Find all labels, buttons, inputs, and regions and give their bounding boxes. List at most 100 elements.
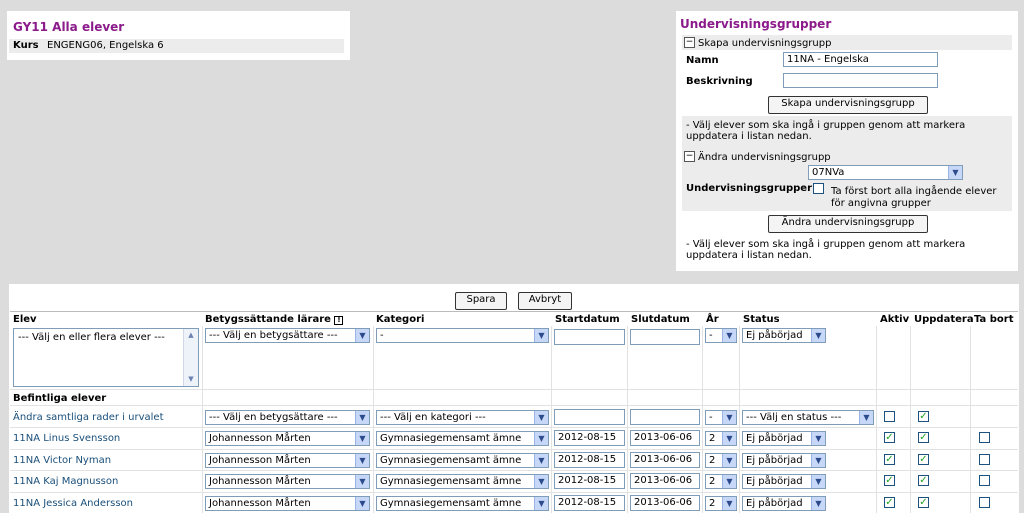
remove-checkbox[interactable] bbox=[979, 497, 990, 508]
end-date-bulk[interactable] bbox=[630, 409, 700, 425]
year-select-new[interactable]: - ▼ bbox=[705, 328, 737, 343]
edit-group-button[interactable]: Ändra undervisningsgrupp bbox=[768, 215, 928, 233]
col-divider bbox=[910, 326, 911, 513]
chevron-down-icon: ▼ bbox=[355, 411, 369, 424]
teacher-select[interactable]: Johannesson Mårten ▼ bbox=[205, 453, 370, 468]
start-date-input[interactable]: 2012-08-15 bbox=[554, 430, 625, 446]
student-multiselect[interactable]: --- Välj en eller flera elever --- ▲ ▼ bbox=[13, 328, 199, 387]
status-select[interactable]: Ej påbörjad ▼ bbox=[742, 453, 826, 468]
end-date-input[interactable]: 2013-06-06 bbox=[630, 452, 700, 468]
start-date-new[interactable] bbox=[554, 329, 625, 345]
existing-students-heading: Befintliga elever bbox=[13, 393, 107, 404]
chevron-down-icon: ▼ bbox=[722, 475, 736, 488]
category-select[interactable]: Gymnasiegemensamt ämne ▼ bbox=[376, 431, 549, 446]
edit-heading: Ändra undervisningsgrupp bbox=[698, 152, 831, 163]
year-select[interactable]: 2 ▼ bbox=[705, 496, 737, 511]
start-date-input[interactable]: 2012-08-15 bbox=[554, 495, 625, 511]
status-select-new[interactable]: Ej påbörjad ▼ bbox=[742, 328, 826, 343]
start-date-input[interactable]: 2012-08-15 bbox=[554, 473, 625, 489]
row-divider bbox=[10, 405, 1018, 406]
course-info-row: Kurs ENGENG06, Engelska 6 bbox=[9, 39, 344, 53]
remove-checkbox[interactable] bbox=[979, 432, 990, 443]
category-select[interactable]: Gymnasiegemensamt ämne ▼ bbox=[376, 474, 549, 489]
active-checkbox[interactable]: ✓ bbox=[884, 497, 895, 508]
row-divider bbox=[10, 470, 1018, 471]
edit-hint: - Välj elever som ska ingå i gruppen gen… bbox=[686, 239, 966, 261]
chevron-down-icon: ▼ bbox=[355, 329, 369, 342]
student-name[interactable]: 11NA Jessica Andersson bbox=[13, 498, 133, 509]
col-update: Uppdatera bbox=[914, 314, 974, 325]
collapse-icon[interactable]: − bbox=[684, 37, 695, 48]
col-divider bbox=[202, 326, 203, 513]
kurs-label: Kurs bbox=[13, 40, 39, 51]
end-date-input[interactable]: 2013-06-06 bbox=[630, 430, 700, 446]
name-label: Namn bbox=[686, 55, 719, 66]
info-icon[interactable]: ! bbox=[334, 316, 344, 325]
remove-members-checkbox[interactable] bbox=[813, 183, 824, 194]
chevron-down-icon: ▼ bbox=[811, 497, 825, 510]
groups-panel: Undervisningsgrupper − Skapa undervisnin… bbox=[676, 11, 1018, 271]
status-select-bulk[interactable]: --- Välj en status --- ▼ bbox=[742, 410, 874, 425]
year-select[interactable]: 2 ▼ bbox=[705, 453, 737, 468]
category-select[interactable]: Gymnasiegemensamt ämne ▼ bbox=[376, 453, 549, 468]
update-checkbox[interactable]: ✓ bbox=[918, 454, 929, 465]
row-divider bbox=[10, 449, 1018, 450]
active-checkbox-bulk[interactable] bbox=[884, 411, 895, 422]
collapse-icon[interactable]: − bbox=[684, 151, 695, 162]
remove-members-label: Ta först bort alla ingående elever för a… bbox=[831, 186, 997, 209]
teacher-select-new[interactable]: --- Välj en betygsättare --- ▼ bbox=[205, 328, 370, 343]
chevron-down-icon: ▼ bbox=[534, 454, 548, 467]
active-checkbox[interactable]: ✓ bbox=[884, 454, 895, 465]
chevron-up-icon[interactable]: ▲ bbox=[184, 329, 198, 342]
update-checkbox[interactable]: ✓ bbox=[918, 432, 929, 443]
start-date-input[interactable]: 2012-08-15 bbox=[554, 452, 625, 468]
start-date-bulk[interactable] bbox=[554, 409, 625, 425]
kurs-value: ENGENG06, Engelska 6 bbox=[47, 40, 164, 51]
end-date-input[interactable]: 2013-06-06 bbox=[630, 473, 700, 489]
col-divider bbox=[373, 326, 374, 513]
chevron-down-icon: ▼ bbox=[722, 432, 736, 445]
group-select[interactable]: 07NVa ▼ bbox=[808, 165, 963, 180]
remove-checkbox[interactable] bbox=[979, 475, 990, 486]
scrollbar[interactable]: ▲ ▼ bbox=[183, 329, 198, 386]
col-active: Aktiv bbox=[880, 314, 910, 325]
desc-input[interactable] bbox=[783, 73, 938, 88]
category-select[interactable]: Gymnasiegemensamt ämne ▼ bbox=[376, 496, 549, 511]
update-checkbox-bulk[interactable]: ✓ bbox=[918, 411, 929, 422]
student-name[interactable]: 11NA Victor Nyman bbox=[13, 455, 111, 466]
chevron-down-icon: ▼ bbox=[722, 329, 736, 342]
update-checkbox[interactable]: ✓ bbox=[918, 497, 929, 508]
chevron-down-icon: ▼ bbox=[811, 475, 825, 488]
chevron-down-icon[interactable]: ▼ bbox=[184, 373, 198, 386]
row-divider bbox=[10, 492, 1018, 493]
update-checkbox[interactable]: ✓ bbox=[918, 475, 929, 486]
chevron-down-icon: ▼ bbox=[355, 497, 369, 510]
status-select[interactable]: Ej påbörjad ▼ bbox=[742, 496, 826, 511]
student-name[interactable]: 11NA Kaj Magnusson bbox=[13, 476, 118, 487]
cancel-button[interactable]: Avbryt bbox=[518, 292, 572, 310]
create-group-button[interactable]: Skapa undervisningsgrupp bbox=[768, 96, 928, 114]
category-select-bulk[interactable]: --- Välj en kategori --- ▼ bbox=[376, 410, 549, 425]
name-input[interactable]: 11NA - Engelska bbox=[783, 52, 938, 67]
active-checkbox[interactable]: ✓ bbox=[884, 475, 895, 486]
chevron-down-icon: ▼ bbox=[811, 454, 825, 467]
status-select[interactable]: Ej påbörjad ▼ bbox=[742, 431, 826, 446]
teacher-select[interactable]: Johannesson Mårten ▼ bbox=[205, 474, 370, 489]
end-date-new[interactable] bbox=[630, 329, 700, 345]
chevron-down-icon: ▼ bbox=[811, 432, 825, 445]
col-elev: Elev bbox=[13, 314, 37, 325]
teacher-select[interactable]: Johannesson Mårten ▼ bbox=[205, 431, 370, 446]
year-select[interactable]: 2 ▼ bbox=[705, 431, 737, 446]
active-checkbox[interactable]: ✓ bbox=[884, 432, 895, 443]
remove-checkbox[interactable] bbox=[979, 454, 990, 465]
year-select-bulk[interactable]: - ▼ bbox=[705, 410, 737, 425]
year-select[interactable]: 2 ▼ bbox=[705, 474, 737, 489]
student-name[interactable]: 11NA Linus Svensson bbox=[13, 433, 120, 444]
end-date-input[interactable]: 2013-06-06 bbox=[630, 495, 700, 511]
teacher-select[interactable]: Johannesson Mårten ▼ bbox=[205, 496, 370, 511]
teacher-select-bulk[interactable]: --- Välj en betygsättare --- ▼ bbox=[205, 410, 370, 425]
save-button[interactable]: Spara bbox=[455, 292, 507, 310]
chevron-down-icon: ▼ bbox=[948, 166, 962, 179]
category-select-new[interactable]: - ▼ bbox=[376, 328, 549, 343]
status-select[interactable]: Ej påbörjad ▼ bbox=[742, 474, 826, 489]
